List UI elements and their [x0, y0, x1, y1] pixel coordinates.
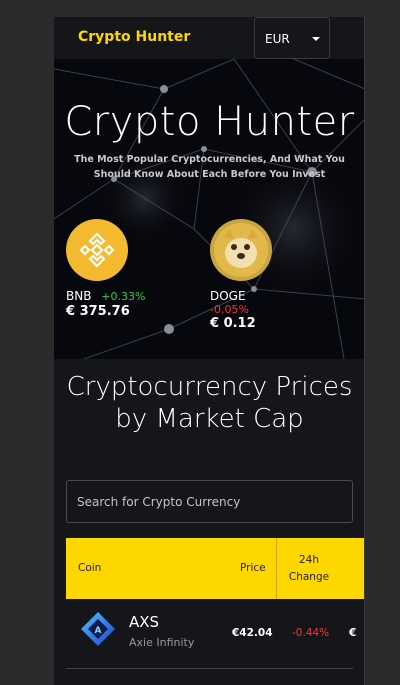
- carousel-change: +0.33%: [101, 290, 146, 303]
- caret-down-icon: [312, 37, 320, 41]
- coin-symbol: AXS: [129, 613, 160, 631]
- carousel-price: € 0.12: [210, 316, 256, 331]
- hero-title: Crypto Hunter: [64, 99, 355, 145]
- search-placeholder: Search for Crypto Currency: [77, 495, 241, 509]
- column-header-price[interactable]: Price: [240, 562, 266, 574]
- currency-select-value: EUR: [265, 32, 290, 46]
- carousel-item-doge[interactable]: DOGE -0.05% € 0.12: [210, 219, 330, 331]
- svg-text:A: A: [95, 626, 102, 636]
- carousel-change: -0.05%: [210, 303, 249, 316]
- search-input[interactable]: Search for Crypto Currency: [66, 480, 353, 523]
- carousel-symbol: DOGE: [210, 289, 246, 303]
- doge-icon: [210, 219, 272, 281]
- app-window: Crypto Hunter EUR Crypto Hunter The Most…: [54, 17, 365, 685]
- carousel-price: € 375.76: [66, 304, 130, 319]
- coin-name: Axie Infinity: [129, 636, 195, 649]
- hero-subtitle: The Most Popular Cryptocurrencies, And W…: [74, 154, 345, 180]
- currency-select[interactable]: EUR: [254, 17, 330, 59]
- column-header-change[interactable]: 24h Change: [288, 552, 330, 586]
- axs-icon: A: [81, 612, 115, 646]
- table-row[interactable]: A AXS Axie Infinity €42.04 -0.44% €: [66, 599, 357, 669]
- column-divider: [276, 538, 277, 599]
- hero-banner: Crypto Hunter The Most Popular Cryptocur…: [54, 59, 364, 359]
- coin-change: -0.44%: [292, 627, 330, 639]
- bnb-icon: [66, 219, 128, 281]
- section-title: Cryptocurrency Prices by Market Cap: [66, 372, 353, 434]
- coin-market-cap: €: [349, 627, 357, 639]
- brand-title[interactable]: Crypto Hunter: [78, 29, 190, 45]
- app-header: Crypto Hunter EUR: [54, 17, 364, 59]
- coin-price: €42.04: [232, 627, 273, 639]
- carousel-symbol: BNB: [66, 289, 92, 303]
- column-header-coin[interactable]: Coin: [78, 562, 101, 574]
- table-header: Coin Price 24h Change: [66, 538, 364, 599]
- carousel-item-bnb[interactable]: BNB +0.33% € 375.76: [66, 219, 186, 319]
